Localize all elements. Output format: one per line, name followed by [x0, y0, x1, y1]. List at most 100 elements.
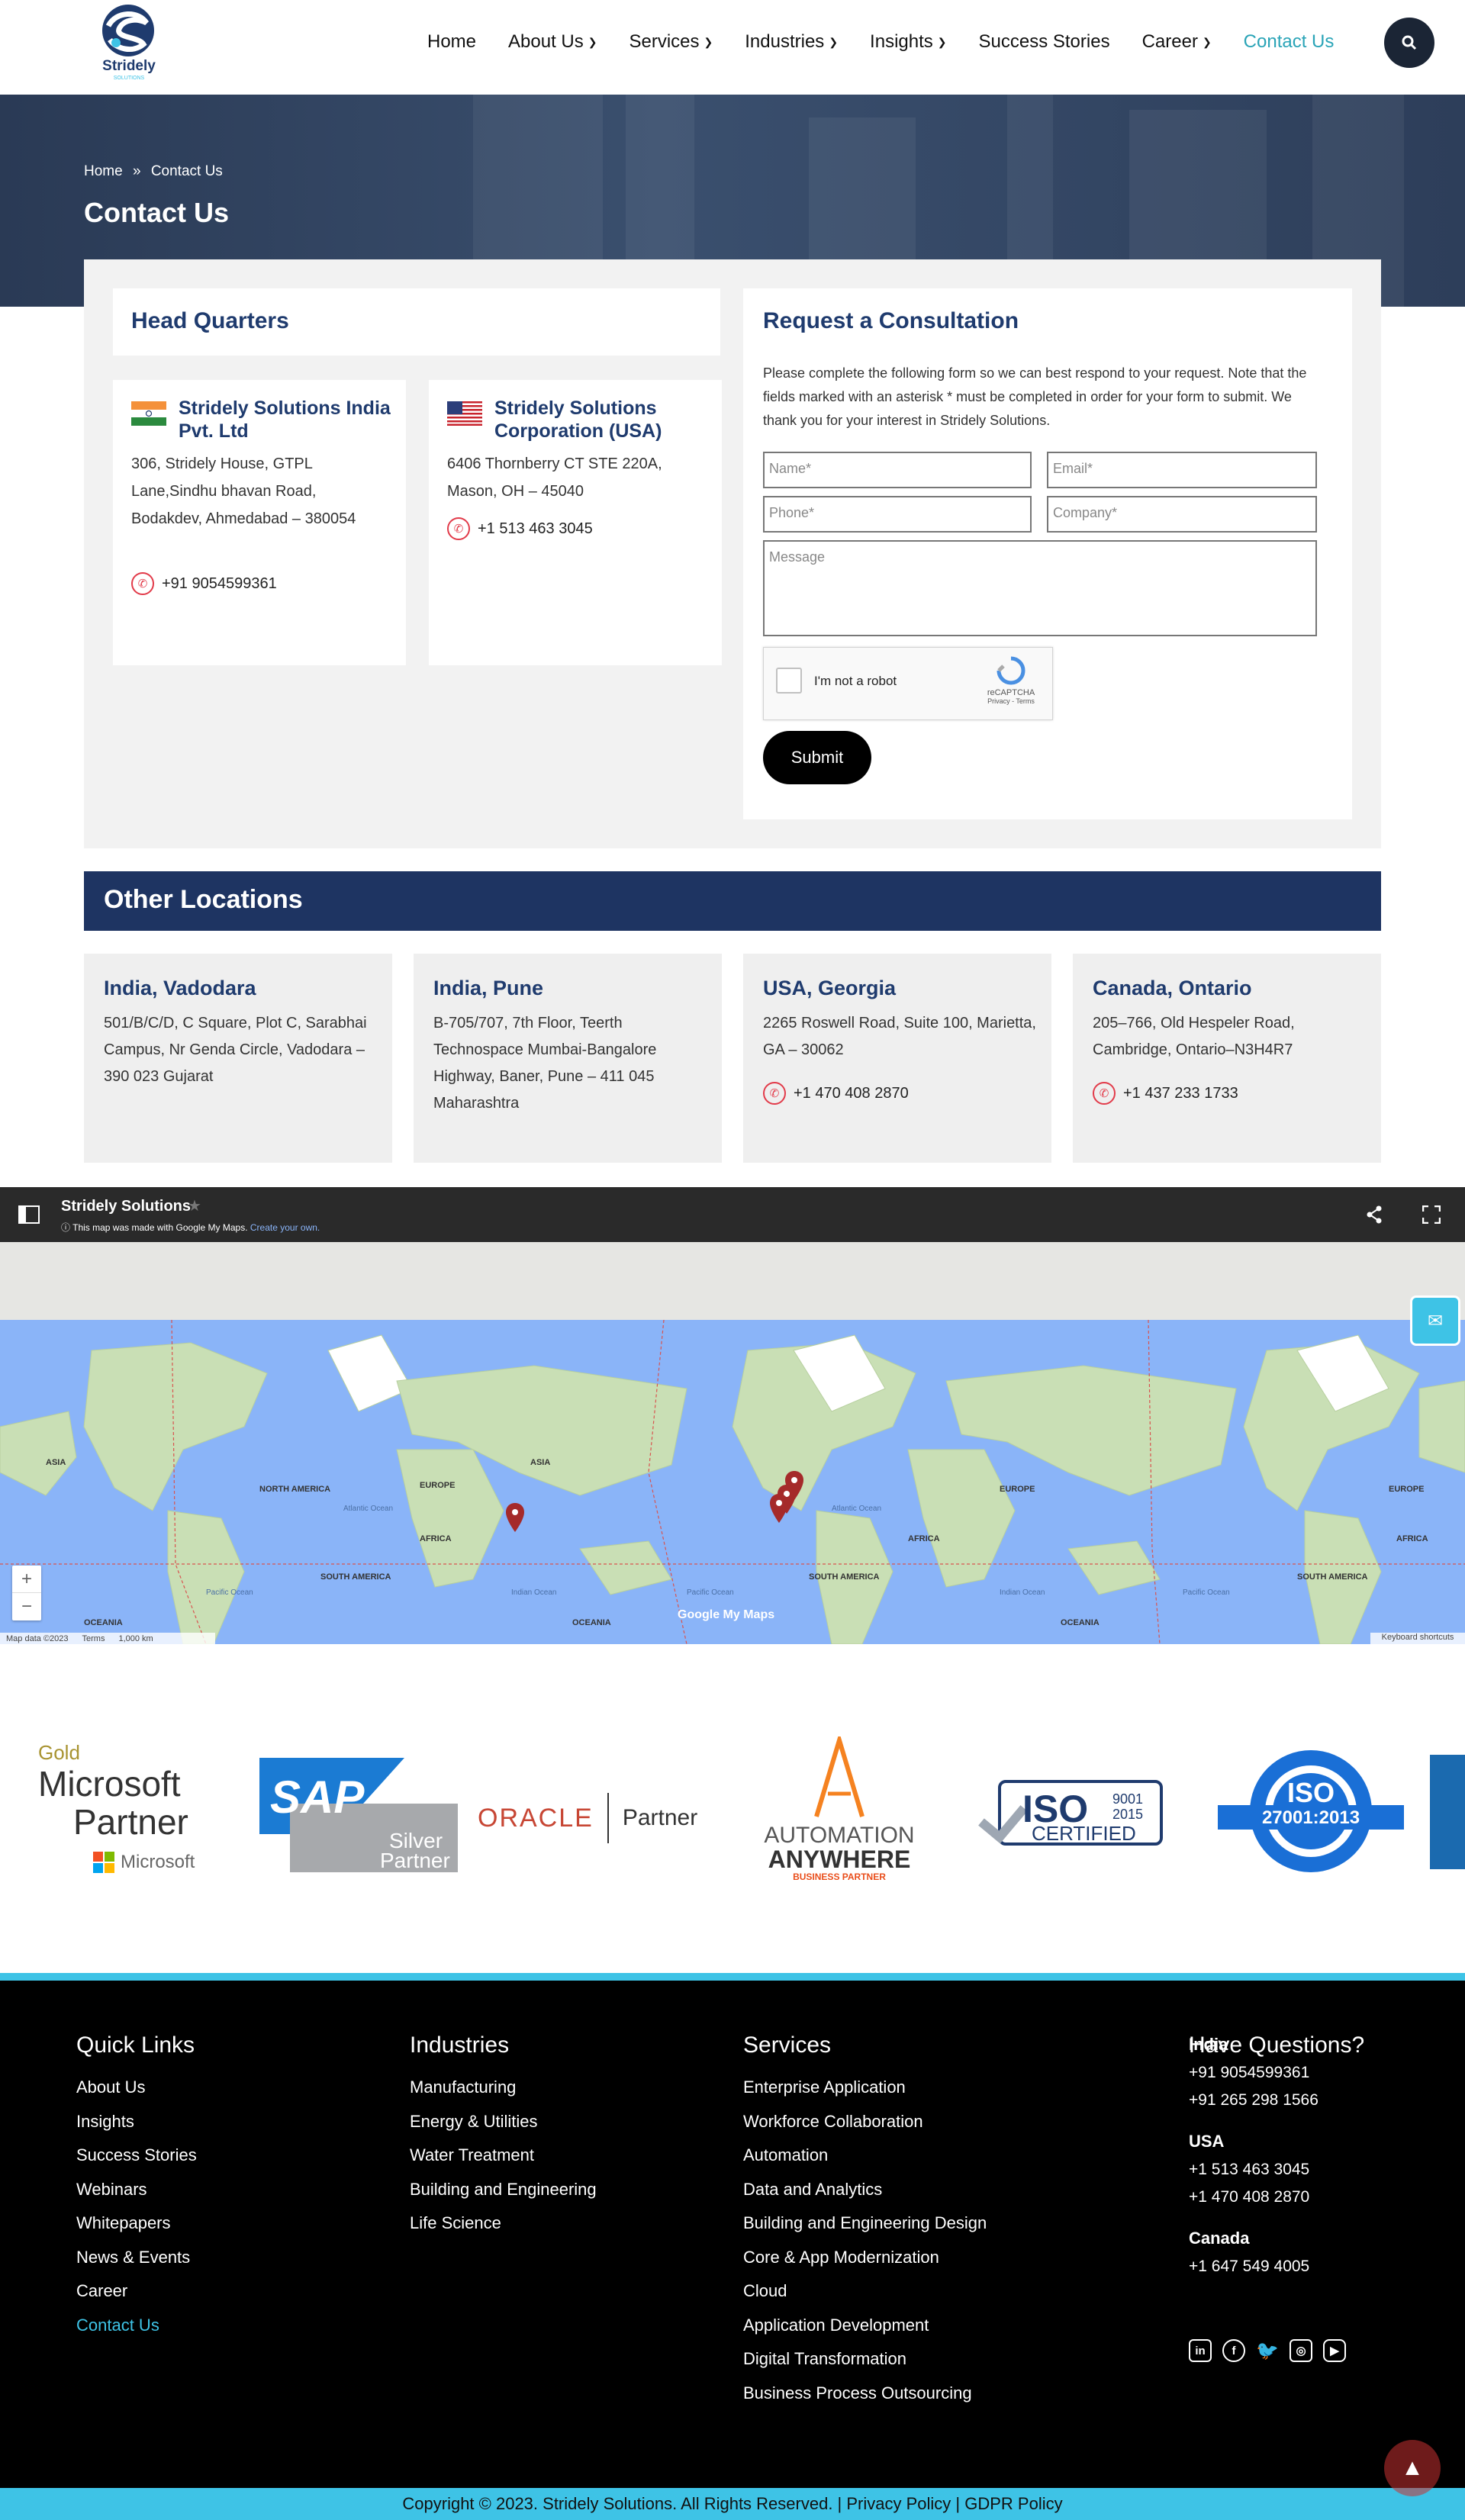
- map-label: SOUTH AMERICA: [809, 1572, 880, 1582]
- message-field[interactable]: Message: [763, 540, 1317, 636]
- hq-title: Head Quarters: [131, 308, 289, 333]
- star-icon[interactable]: ★: [188, 1196, 201, 1215]
- nav-success-stories[interactable]: Success Stories: [979, 31, 1110, 53]
- location-phone[interactable]: ✆ +1 470 408 2870: [763, 1082, 909, 1105]
- footer-link[interactable]: Insights: [76, 2105, 197, 2139]
- footer-link[interactable]: Whitepapers: [76, 2206, 197, 2241]
- footer-link[interactable]: Cloud: [743, 2274, 987, 2309]
- submit-button[interactable]: Submit: [763, 731, 871, 784]
- microsoft-gold-logo: Gold Microsoft Partner Microsoft: [38, 1741, 206, 1894]
- map-create-link[interactable]: Create your own.: [250, 1222, 320, 1233]
- map-terms-link[interactable]: Terms: [82, 1634, 105, 1643]
- map-legend-icon[interactable]: [18, 1205, 40, 1224]
- nav-label: Industries: [745, 31, 825, 52]
- contact-phone[interactable]: +1 647 549 4005: [1189, 2258, 1309, 2275]
- other-locations-title: Other Locations: [104, 885, 303, 914]
- location-city: Canada, Ontario: [1093, 977, 1252, 999]
- recaptcha-text: reCAPTCHA: [987, 688, 1035, 697]
- contact-phone[interactable]: +91 265 298 1566: [1189, 2091, 1318, 2109]
- recaptcha-links[interactable]: Privacy - Terms: [980, 697, 1042, 705]
- footer-link[interactable]: Energy & Utilities: [410, 2105, 597, 2139]
- footer-link[interactable]: Manufacturing: [410, 2071, 597, 2105]
- iso-9001-logo: ISO 9001 2015 CERTIFIED: [978, 1780, 1163, 1846]
- instagram-icon[interactable]: ◎: [1290, 2339, 1312, 2362]
- recaptcha-checkbox[interactable]: [776, 668, 802, 694]
- footer-industries-title: Industries: [410, 2032, 510, 2058]
- map-viewport[interactable]: ASIA EUROPE ASIA AFRICA NORTH AMERICA SO…: [0, 1242, 1465, 1644]
- footer-link[interactable]: Data and Analytics: [743, 2173, 987, 2207]
- footer-link[interactable]: Application Development: [743, 2309, 987, 2343]
- map-pin-icon[interactable]: [769, 1494, 789, 1524]
- name-field[interactable]: Name*: [763, 452, 1032, 488]
- footer-link[interactable]: Automation: [743, 2139, 987, 2173]
- footer-link[interactable]: Workforce Collaboration: [743, 2105, 987, 2139]
- email-field[interactable]: Email*: [1047, 452, 1317, 488]
- scroll-top-button[interactable]: ▲: [1384, 2440, 1441, 2496]
- linkedin-icon[interactable]: in: [1189, 2339, 1212, 2362]
- map-pin-icon[interactable]: [505, 1503, 525, 1534]
- zoom-in-button[interactable]: +: [12, 1566, 41, 1593]
- contact-phone[interactable]: +91 9054599361: [1189, 2064, 1309, 2081]
- footer-link[interactable]: Contact Us: [76, 2309, 197, 2343]
- footer-link[interactable]: About Us: [76, 2071, 197, 2105]
- location-phone[interactable]: ✆ +1 437 233 1733: [1093, 1082, 1238, 1105]
- world-map: ASIA EUROPE ASIA AFRICA NORTH AMERICA SO…: [0, 1320, 1465, 1644]
- footer-link[interactable]: Business Process Outsourcing: [743, 2377, 987, 2411]
- recaptcha-icon: [997, 656, 1026, 685]
- stridely-logo[interactable]: Stridely SOLUTIONS: [93, 3, 165, 82]
- location-city: India, Vadodara: [104, 977, 256, 999]
- copyright-bar: Copyright © 2023. Stridely Solutions. Al…: [0, 2488, 1465, 2520]
- footer-link[interactable]: Core & App Modernization: [743, 2241, 987, 2275]
- footer-link[interactable]: Life Science: [410, 2206, 597, 2241]
- logo-subtext: SOLUTIONS: [114, 76, 145, 81]
- contact-phone[interactable]: +1 470 408 2870: [1189, 2188, 1309, 2206]
- breadcrumb-home[interactable]: Home: [84, 163, 123, 179]
- breadcrumb-separator: »: [132, 163, 141, 179]
- map-label: OCEANIA: [84, 1618, 123, 1627]
- youtube-icon[interactable]: ▶: [1323, 2339, 1346, 2362]
- logo-text: BUSINESS PARTNER: [793, 1871, 886, 1882]
- location-city: USA, Georgia: [763, 977, 897, 999]
- search-button[interactable]: [1384, 18, 1434, 68]
- footer-link[interactable]: Water Treatment: [410, 2139, 597, 2173]
- phone-icon: ✆: [447, 517, 470, 540]
- phone-field[interactable]: Phone*: [763, 496, 1032, 533]
- footer-industries-list: Manufacturing Energy & Utilities Water T…: [410, 2071, 597, 2241]
- facebook-icon[interactable]: f: [1222, 2339, 1245, 2362]
- twitter-icon[interactable]: 🐦: [1256, 2339, 1279, 2362]
- footer-link[interactable]: Building and Engineering: [410, 2173, 597, 2207]
- logo-text: Gold: [38, 1741, 80, 1764]
- company-field[interactable]: Company*: [1047, 496, 1317, 533]
- nav-services[interactable]: Services ❯: [629, 31, 713, 53]
- footer-link[interactable]: Success Stories: [76, 2139, 197, 2173]
- nav-contact-us[interactable]: Contact Us: [1244, 31, 1335, 53]
- office-phone[interactable]: ✆ +91 9054599361: [131, 572, 277, 595]
- footer-link[interactable]: Enterprise Application: [743, 2071, 987, 2105]
- map-watermark: Google My Maps: [678, 1608, 775, 1621]
- map-label: ASIA: [530, 1458, 550, 1467]
- map-label: AFRICA: [1396, 1534, 1428, 1543]
- chevron-down-icon: ❯: [588, 35, 597, 48]
- footer-link[interactable]: Digital Transformation: [743, 2342, 987, 2377]
- map-label: AFRICA: [908, 1534, 940, 1543]
- footer-link[interactable]: News & Events: [76, 2241, 197, 2275]
- share-icon[interactable]: [1366, 1205, 1383, 1224]
- nav-home[interactable]: Home: [427, 31, 476, 53]
- recaptcha-widget: I'm not a robot reCAPTCHA Privacy - Term…: [763, 647, 1053, 720]
- nav-insights[interactable]: Insights ❯: [870, 31, 946, 53]
- mail-float-button[interactable]: ✉: [1410, 1295, 1460, 1346]
- nav-career[interactable]: Career ❯: [1142, 31, 1212, 53]
- logo-text: Microsoft: [38, 1764, 181, 1804]
- office-phone[interactable]: ✆ +1 513 463 3045: [447, 517, 593, 540]
- zoom-out-button[interactable]: −: [12, 1593, 41, 1620]
- footer-link[interactable]: Career: [76, 2274, 197, 2309]
- contact-phone[interactable]: +1 513 463 3045: [1189, 2161, 1309, 2178]
- keyboard-shortcuts[interactable]: Keyboard shortcuts: [1370, 1633, 1465, 1644]
- nav-about[interactable]: About Us ❯: [508, 31, 597, 53]
- nav-industries[interactable]: Industries ❯: [745, 31, 838, 53]
- copyright-text: Copyright © 2023. Stridely Solutions. Al…: [402, 2494, 1063, 2513]
- footer-link[interactable]: Webinars: [76, 2173, 197, 2207]
- footer-services-list: Enterprise Application Workforce Collabo…: [743, 2071, 987, 2410]
- fullscreen-icon[interactable]: [1422, 1205, 1441, 1224]
- footer-link[interactable]: Building and Engineering Design: [743, 2206, 987, 2241]
